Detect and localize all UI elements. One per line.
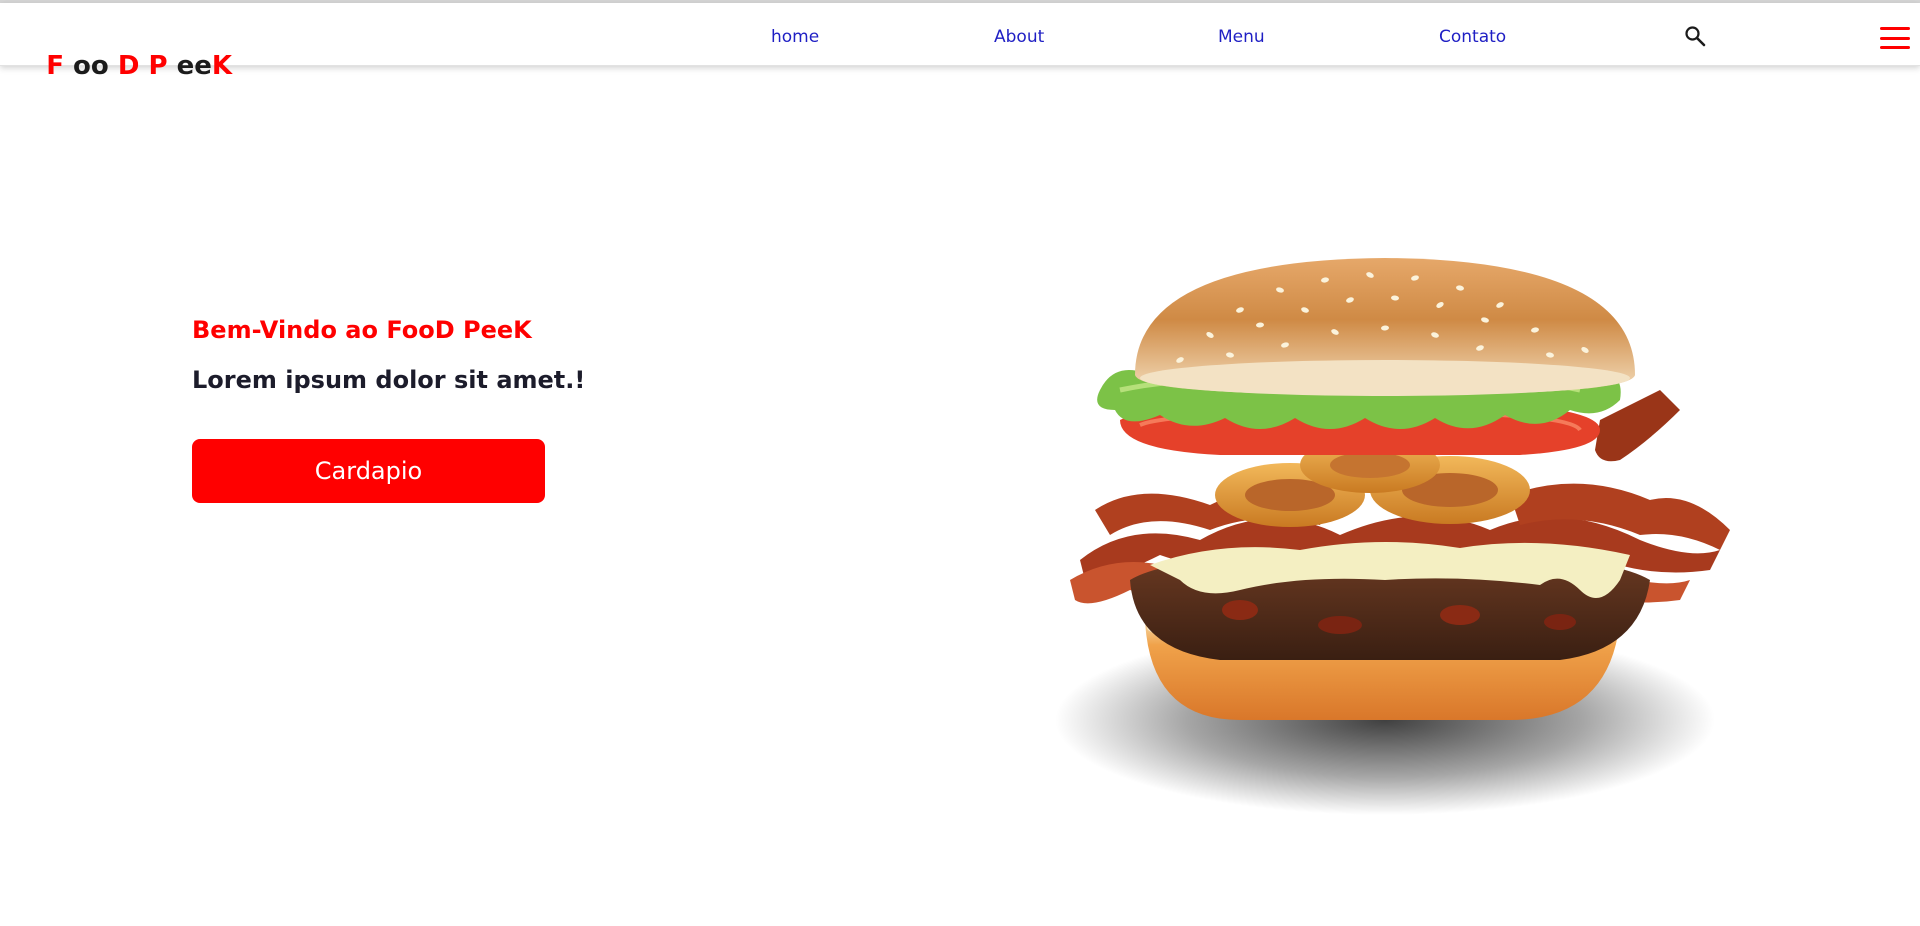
hamburger-menu-icon[interactable] [1880,27,1910,49]
logo-part: oo [73,51,118,81]
logo-part: K [211,51,232,81]
nav-link-home[interactable]: home [771,26,819,48]
burger-image [1040,250,1740,820]
logo-part: ee [176,51,212,81]
nav-link-menu[interactable]: Menu [1218,26,1265,48]
menu-bar [1880,46,1910,49]
menu-bar [1880,36,1910,40]
logo-part: D P [117,51,177,81]
nav-link-contato[interactable]: Contato [1439,26,1506,48]
search-icon[interactable] [1684,25,1706,47]
cardapio-button[interactable]: Cardapio [192,439,545,503]
hero-title: Lorem ipsum dolor sit amet.! [192,366,586,394]
logo-part: F [46,51,74,81]
hero-subtitle: Bem-Vindo ao FooD PeeK [192,316,532,344]
nav-link-about[interactable]: About [994,26,1044,48]
navbar: F oo D P eeK home About Menu Contato [0,3,1920,81]
menu-bar [1880,27,1910,30]
brand-logo[interactable]: F oo D P eeK [10,21,232,111]
